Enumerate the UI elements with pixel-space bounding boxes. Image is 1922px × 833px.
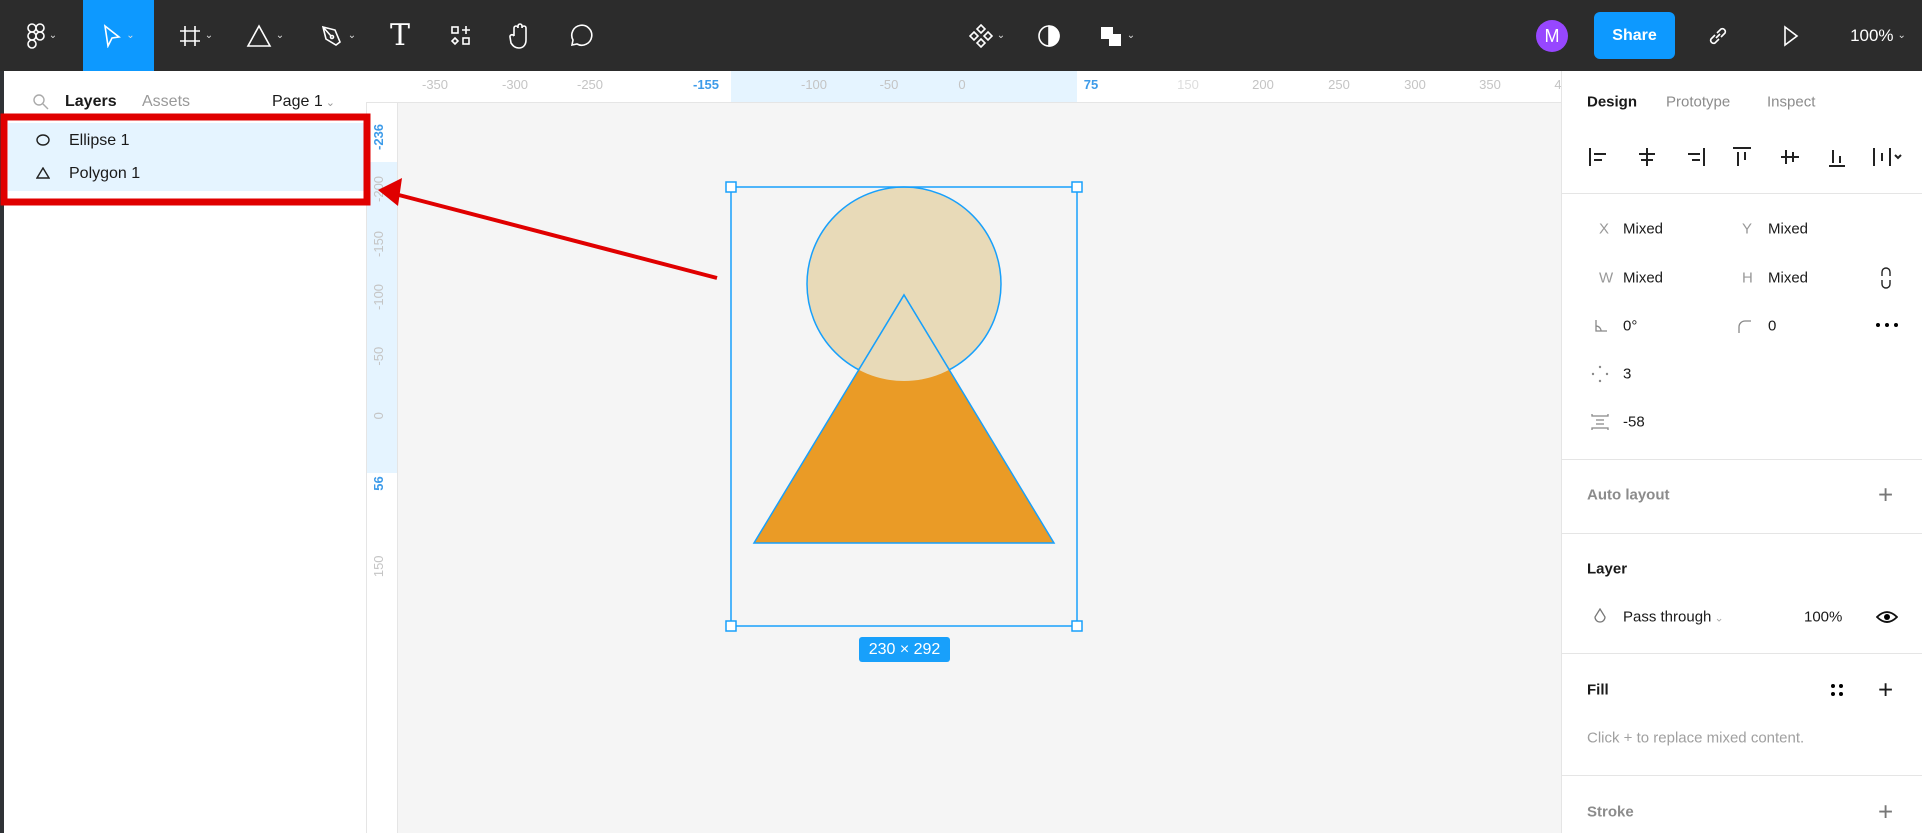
divider [1562, 533, 1922, 534]
point-count-input[interactable]: 3 [1623, 366, 1631, 383]
divider [1562, 459, 1922, 460]
tab-design[interactable]: Design [1587, 94, 1637, 111]
styles-icon[interactable] [1830, 683, 1844, 697]
fill-hint: Click + to replace mixed content. [1587, 729, 1805, 747]
annotation-arrowhead [378, 178, 402, 206]
add-stroke-button[interactable]: + [1878, 797, 1893, 828]
more-options-icon[interactable] [1875, 321, 1899, 329]
divider [1562, 653, 1922, 654]
y-input[interactable]: Mixed [1768, 221, 1808, 238]
design-panel: Design Prototype Inspect X Mixed Y Mixed… [1561, 71, 1922, 833]
add-auto-layout-button[interactable]: + [1878, 480, 1893, 511]
align-top-icon[interactable] [1733, 147, 1751, 166]
selection-size: 230 × 292 [868, 640, 941, 658]
resize-handle[interactable] [1071, 181, 1083, 193]
align-right-icon[interactable] [1688, 148, 1705, 166]
opacity-input[interactable]: 100% [1804, 609, 1842, 626]
canvas[interactable] [0, 0, 1561, 833]
fill-heading: Fill [1587, 681, 1609, 699]
resize-handle[interactable] [725, 620, 737, 632]
polygon-count-icon [1591, 365, 1609, 383]
copy-link-button[interactable] [1703, 0, 1733, 71]
layer-heading: Layer [1587, 560, 1628, 578]
width-input[interactable]: Mixed [1623, 270, 1663, 287]
divider [1562, 775, 1922, 776]
play-icon [1784, 24, 1799, 47]
resize-handle[interactable] [725, 181, 737, 193]
resize-handle[interactable] [1071, 620, 1083, 632]
add-fill-button[interactable]: + [1878, 675, 1893, 706]
alignment-toolbar [1589, 147, 1902, 167]
h-label: H [1742, 269, 1753, 287]
corner-radius-icon [1738, 320, 1751, 333]
blend-mode-value: Pass through [1623, 608, 1712, 626]
x-input[interactable]: Mixed [1623, 221, 1663, 238]
blend-mode-select[interactable]: Pass through ⌄ [1623, 609, 1724, 626]
spacing-input[interactable]: -58 [1623, 414, 1645, 431]
align-left-icon[interactable] [1589, 148, 1606, 166]
align-vertical-center-icon[interactable] [1781, 150, 1799, 164]
constrain-proportions-icon[interactable] [1880, 267, 1892, 289]
selection-size-badge: 230 × 292 [859, 637, 950, 662]
tab-prototype[interactable]: Prototype [1666, 94, 1730, 111]
height-input[interactable]: Mixed [1768, 270, 1808, 287]
blend-mode-icon [1594, 608, 1606, 623]
align-bottom-icon[interactable] [1829, 150, 1845, 167]
corner-radius-input[interactable]: 0 [1768, 318, 1776, 335]
x-label: X [1599, 220, 1610, 238]
align-horizontal-center-icon[interactable] [1639, 148, 1655, 166]
divider [1562, 193, 1922, 194]
share-button[interactable]: Share [1594, 12, 1675, 59]
spacing-icon [1591, 414, 1609, 430]
tab-inspect[interactable]: Inspect [1767, 94, 1815, 111]
stroke-heading: Stroke [1587, 803, 1634, 821]
chevron-down-icon: ⌄ [1897, 30, 1906, 41]
y-label: Y [1742, 220, 1753, 238]
w-label: W [1599, 269, 1614, 287]
present-button[interactable] [1776, 0, 1806, 71]
distribute-icon[interactable] [1873, 148, 1902, 166]
rotation-input[interactable]: 0° [1623, 318, 1637, 335]
annotation-arrow [394, 192, 718, 280]
link-icon [1709, 27, 1727, 44]
share-label: Share [1612, 26, 1657, 44]
zoom-menu[interactable]: 100% ⌄ [1838, 0, 1918, 71]
eye-icon[interactable] [1876, 609, 1898, 625]
zoom-level: 100% [1850, 25, 1894, 45]
rotation-icon [1595, 320, 1607, 332]
annotation-box [0, 113, 371, 206]
auto-layout-heading: Auto layout [1587, 486, 1670, 504]
